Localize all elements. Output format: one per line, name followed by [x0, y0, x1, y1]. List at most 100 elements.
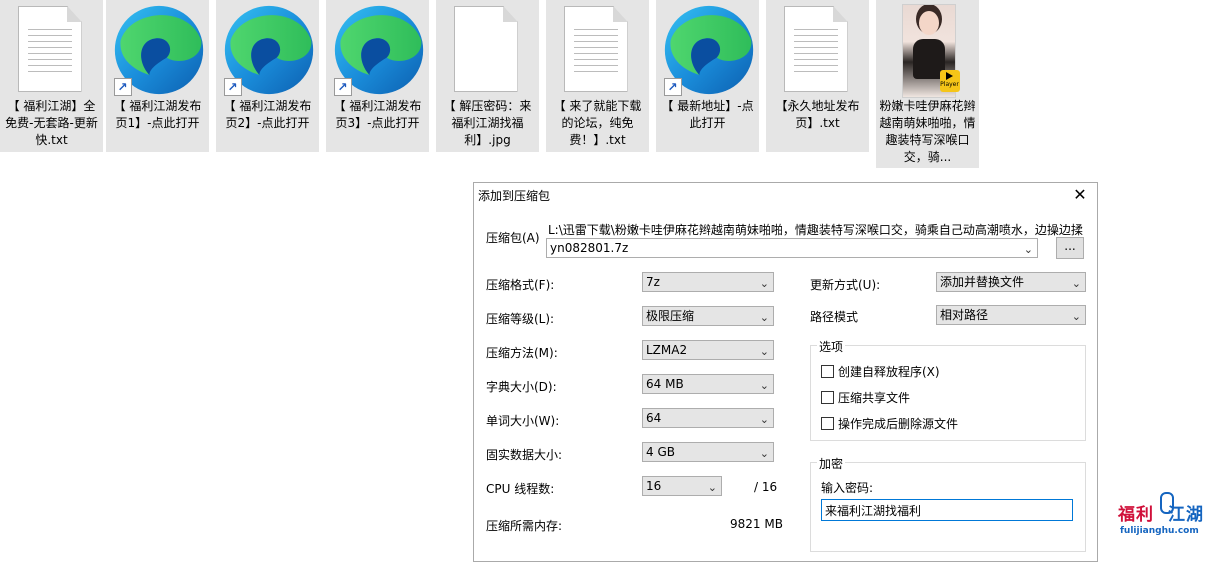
option-delete[interactable]: 操作完成后删除源文件: [821, 415, 958, 432]
method-select[interactable]: LZMA2 ⌄: [642, 340, 774, 360]
chevron-down-icon: ⌄: [759, 379, 769, 392]
dialog-titlebar[interactable]: 添加到压缩包 ✕: [474, 183, 1097, 207]
file-label: 【 福利江湖】全免费-无套路-更新快.txt: [5, 99, 98, 147]
delete-checkbox[interactable]: [821, 417, 834, 430]
options-group: 选项 创建自释放程序(X) 压缩共享文件 操作完成后删除源文件: [810, 338, 1086, 441]
method-value: LZMA2: [646, 343, 688, 357]
file-item[interactable]: Player 粉嫩卡哇伊麻花辫越南萌妹啪啪，情趣装特写深喉口交，骑...: [876, 0, 979, 168]
file-item[interactable]: ↗ 【 福利江湖发布页3】-点此打开: [326, 0, 429, 152]
format-value: 7z: [646, 275, 660, 289]
edge-shortcut-icon: ↗: [108, 0, 208, 96]
archive-name-value: yn082801.7z: [550, 241, 629, 255]
shortcut-arrow-icon: ↗: [223, 78, 242, 96]
archive-name-combo[interactable]: yn082801.7z ⌄: [546, 238, 1038, 258]
format-select[interactable]: 7z ⌄: [642, 272, 774, 292]
sfx-label: 创建自释放程序(X): [838, 365, 940, 379]
encryption-title: 加密: [817, 455, 846, 472]
chevron-down-icon: ⌄: [759, 413, 769, 426]
chevron-down-icon: ⌄: [759, 447, 769, 460]
shared-label: 压缩共享文件: [838, 391, 911, 405]
chevron-down-icon: ⌄: [759, 345, 769, 358]
encryption-group: 加密 输入密码:: [810, 455, 1086, 552]
chevron-down-icon: ⌄: [707, 481, 717, 494]
dictionary-value: 64 MB: [646, 377, 684, 391]
image-file-icon: [438, 0, 538, 96]
add-to-archive-dialog: 添加到压缩包 ✕ 压缩包(A) L:\迅雷下载\粉嫩卡哇伊麻花辫越南萌妹啪啪，情…: [473, 182, 1098, 562]
word-size-select[interactable]: 64 ⌄: [642, 408, 774, 428]
chevron-down-icon: ⌄: [1023, 243, 1033, 256]
update-mode-select[interactable]: 添加并替换文件 ⌄: [936, 272, 1086, 292]
sfx-checkbox[interactable]: [821, 365, 834, 378]
file-item[interactable]: 【 福利江湖】全免费-无套路-更新快.txt: [0, 0, 103, 152]
file-item[interactable]: ↗ 【 福利江湖发布页1】-点此打开: [106, 0, 209, 152]
archive-label: 压缩包(A): [486, 231, 540, 245]
dictionary-select[interactable]: 64 MB ⌄: [642, 374, 774, 394]
watermark-red: 福利: [1118, 505, 1154, 525]
cpu-threads-select[interactable]: 16 ⌄: [642, 476, 722, 496]
file-label: 【 福利江湖发布页3】-点此打开: [333, 99, 422, 130]
video-thumbnail: Player: [878, 0, 978, 98]
option-sfx[interactable]: 创建自释放程序(X): [821, 363, 940, 380]
level-value: 极限压缩: [646, 309, 695, 323]
word-size-label: 单词大小(W):: [486, 414, 560, 428]
cpu-threads-total: / 16: [754, 480, 778, 494]
solid-size-value: 4 GB: [646, 445, 675, 459]
watermark-url: fulijianghu.com: [1120, 526, 1199, 536]
archive-path: L:\迅雷下载\粉嫩卡哇伊麻花辫越南萌妹啪啪，情趣装特写深喉口交，骑乘自己动高潮…: [548, 223, 1083, 237]
edge-shortcut-icon: ↗: [218, 0, 318, 96]
level-select[interactable]: 极限压缩 ⌄: [642, 306, 774, 326]
dialog-title: 添加到压缩包: [478, 189, 551, 203]
text-file-icon: [2, 0, 102, 96]
file-label: 【 福利江湖发布页1】-点此打开: [113, 99, 202, 130]
watermark-blue: 江湖: [1168, 505, 1204, 525]
text-file-icon: [548, 0, 648, 96]
password-input[interactable]: [821, 499, 1073, 521]
cpu-threads-value: 16: [646, 479, 662, 493]
path-mode-label: 路径模式: [810, 310, 859, 324]
solid-size-label: 固实数据大小:: [486, 448, 563, 462]
edge-shortcut-icon: ↗: [658, 0, 758, 96]
file-item[interactable]: 【 来了就能下载的论坛，纯免费！】.txt: [546, 0, 649, 152]
format-label: 压缩格式(F):: [486, 278, 555, 292]
update-mode-label: 更新方式(U):: [810, 278, 881, 292]
site-watermark: 福利 江湖 fulijianghu.com: [1118, 492, 1218, 546]
memory-label: 压缩所需内存:: [486, 519, 563, 533]
file-item[interactable]: ↗ 【 最新地址】-点此打开: [656, 0, 759, 152]
dictionary-label: 字典大小(D):: [486, 380, 557, 394]
memory-value: 9821 MB: [730, 517, 783, 531]
close-icon: ✕: [1073, 185, 1087, 204]
password-label: 输入密码:: [821, 481, 874, 495]
chevron-down-icon: ⌄: [759, 311, 769, 324]
watermark-title: 福利 江湖: [1118, 500, 1204, 525]
file-item[interactable]: 【 解压密码：来福利江湖找福利】.jpg: [436, 0, 539, 152]
file-item[interactable]: 【永久地址发布页】.txt: [766, 0, 869, 152]
option-shared[interactable]: 压缩共享文件: [821, 389, 910, 406]
text-file-icon: [768, 0, 868, 96]
chevron-down-icon: ⌄: [1071, 277, 1081, 290]
delete-label: 操作完成后删除源文件: [838, 417, 959, 431]
file-label: 粉嫩卡哇伊麻花辫越南萌妹啪啪，情趣装特写深喉口交，骑...: [879, 99, 976, 164]
level-label: 压缩等级(L):: [486, 312, 555, 326]
edge-shortcut-icon: ↗: [328, 0, 428, 96]
path-mode-value: 相对路径: [940, 308, 989, 322]
close-button[interactable]: ✕: [1069, 185, 1091, 205]
options-title: 选项: [817, 338, 846, 355]
update-mode-value: 添加并替换文件: [940, 275, 1025, 289]
shortcut-arrow-icon: ↗: [663, 78, 682, 96]
chevron-down-icon: ⌄: [759, 277, 769, 290]
method-label: 压缩方法(M):: [486, 346, 558, 360]
browse-button[interactable]: ...: [1056, 237, 1084, 259]
solid-size-select[interactable]: 4 GB ⌄: [642, 442, 774, 462]
shortcut-arrow-icon: ↗: [333, 78, 352, 96]
file-label: 【 最新地址】-点此打开: [661, 99, 754, 130]
file-label: 【 福利江湖发布页2】-点此打开: [223, 99, 312, 130]
shared-checkbox[interactable]: [821, 391, 834, 404]
file-label: 【永久地址发布页】.txt: [775, 99, 860, 130]
player-badge-icon: Player: [939, 70, 960, 92]
cpu-threads-label: CPU 线程数:: [486, 482, 555, 496]
shortcut-arrow-icon: ↗: [113, 78, 132, 96]
path-mode-select[interactable]: 相对路径 ⌄: [936, 305, 1086, 325]
file-label: 【 解压密码：来福利江湖找福利】.jpg: [443, 99, 532, 147]
file-item[interactable]: ↗ 【 福利江湖发布页2】-点此打开: [216, 0, 319, 152]
file-label: 【 来了就能下载的论坛，纯免费！】.txt: [553, 99, 642, 147]
